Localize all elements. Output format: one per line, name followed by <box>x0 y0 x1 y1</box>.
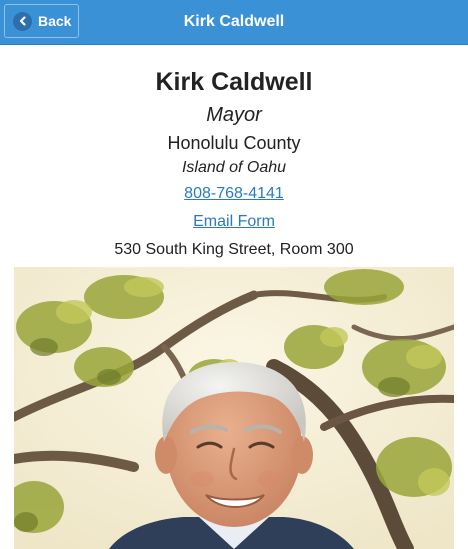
official-island: Island of Oahu <box>181 159 287 176</box>
back-button[interactable]: Back <box>4 4 79 38</box>
official-name: Kirk Caldwell <box>155 68 313 96</box>
back-button-label: Back <box>38 13 72 29</box>
official-role: Mayor <box>206 104 262 126</box>
top-bar: Back Kirk Caldwell <box>0 0 468 45</box>
official-photo <box>14 267 454 549</box>
email-form-link[interactable]: Email Form <box>193 212 275 232</box>
official-details: Kirk Caldwell Mayor Honolulu County Isla… <box>0 67 468 260</box>
official-county: Honolulu County <box>167 133 301 153</box>
chevron-left-icon <box>13 11 32 31</box>
official-address: 530 South King Street, Room 300 <box>114 241 354 258</box>
phone-link[interactable]: 808-768-4141 <box>184 184 284 204</box>
